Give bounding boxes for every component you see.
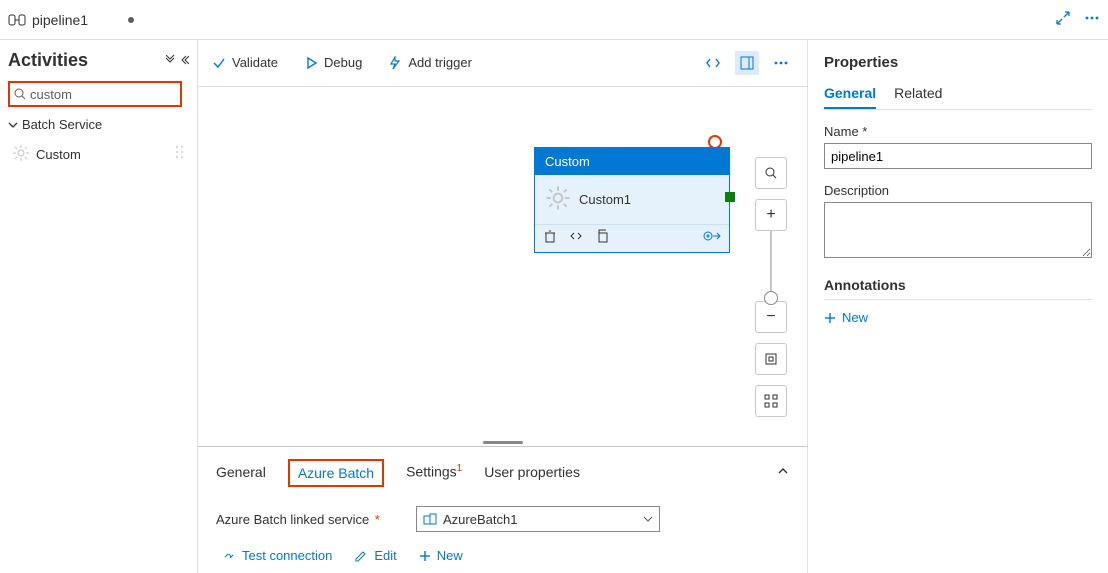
gear-icon — [12, 144, 30, 165]
activities-search-input[interactable] — [30, 87, 176, 102]
new-label: New — [437, 548, 463, 563]
activity-item-label: Custom — [36, 147, 81, 162]
test-connection-button[interactable]: Test connection — [222, 548, 332, 563]
collapse-panel-icon[interactable] — [777, 465, 789, 480]
expand-icon[interactable] — [1056, 11, 1070, 28]
bottom-panel-handle[interactable] — [198, 438, 807, 446]
tab-user-properties[interactable]: User properties — [484, 458, 580, 488]
validate-label: Validate — [232, 55, 278, 70]
add-annotation-label: New — [842, 310, 868, 325]
collapse-left-icon[interactable] — [179, 54, 189, 68]
gear-icon — [545, 185, 571, 214]
unsaved-indicator — [128, 17, 134, 23]
zoom-out-button[interactable]: − — [755, 301, 787, 333]
code-view-icon[interactable] — [701, 51, 725, 75]
auto-align-icon[interactable] — [755, 385, 787, 417]
add-trigger-button[interactable]: Add trigger — [388, 55, 472, 70]
copy-icon[interactable] — [595, 229, 609, 246]
annotations-section: Annotations — [824, 277, 1092, 300]
name-input[interactable] — [824, 143, 1092, 169]
pipeline-name: pipeline1 — [32, 12, 88, 28]
tab-general[interactable]: General — [216, 458, 266, 488]
delete-icon[interactable] — [543, 229, 557, 246]
edit-label: Edit — [374, 548, 396, 563]
add-trigger-label: Add trigger — [408, 55, 472, 70]
linked-service-select[interactable]: AzureBatch1 — [416, 506, 660, 532]
zoom-in-button[interactable]: + — [755, 199, 787, 231]
more-icon[interactable] — [1084, 11, 1100, 28]
drag-grip-icon — [175, 145, 185, 164]
description-input[interactable] — [824, 202, 1092, 258]
activity-node-custom1[interactable]: Custom Custom1 — [534, 147, 730, 253]
pipeline-icon — [8, 11, 26, 29]
activities-category[interactable]: Batch Service — [8, 117, 189, 132]
success-connector[interactable] — [725, 192, 735, 202]
toolbar-more-icon[interactable] — [769, 51, 793, 75]
activities-search[interactable] — [8, 81, 182, 107]
description-field-label: Description — [824, 183, 1092, 198]
header-bar: pipeline1 — [0, 0, 1108, 40]
linked-service-value: AzureBatch1 — [443, 512, 517, 527]
new-button[interactable]: New — [419, 548, 463, 563]
fit-to-screen-icon[interactable] — [755, 343, 787, 375]
activities-title-row: Activities — [8, 50, 189, 71]
zoom-handle[interactable] — [764, 291, 778, 305]
edit-button[interactable]: Edit — [354, 548, 396, 563]
pipeline-canvas[interactable]: Custom Custom1 — [198, 86, 807, 438]
linked-service-label: Azure Batch linked service * — [216, 512, 416, 527]
zoom-slider[interactable] — [770, 231, 772, 301]
azure-batch-icon — [423, 512, 437, 526]
properties-tabs: General Related — [824, 85, 1092, 110]
bottom-panel: General Azure Batch Settings1 User prope… — [198, 446, 807, 573]
properties-title: Properties — [824, 54, 1092, 71]
tab-settings[interactable]: Settings1 — [406, 457, 462, 488]
validate-button[interactable]: Validate — [212, 55, 278, 70]
properties-panel: Properties General Related Name * Descri… — [808, 40, 1108, 573]
ptab-general[interactable]: General — [824, 85, 876, 109]
chevron-down-icon — [8, 120, 18, 130]
collapse-down-icon[interactable] — [165, 54, 175, 68]
search-icon — [14, 88, 26, 100]
name-field-label: Name * — [824, 124, 1092, 139]
activity-item-custom[interactable]: Custom — [8, 138, 189, 170]
properties-toggle-icon[interactable] — [735, 51, 759, 75]
activities-sidebar: Activities Batch Service Custom — [0, 40, 198, 573]
activity-node-name: Custom1 — [579, 192, 631, 207]
test-connection-label: Test connection — [242, 548, 332, 563]
ptab-related[interactable]: Related — [894, 85, 942, 109]
bottom-tabs: General Azure Batch Settings1 User prope… — [216, 457, 789, 488]
debug-label: Debug — [324, 55, 362, 70]
add-annotation-button[interactable]: New — [824, 310, 1092, 325]
canvas-search-icon[interactable] — [755, 157, 787, 189]
debug-button[interactable]: Debug — [304, 55, 362, 70]
canvas-tools: + − — [755, 157, 787, 417]
tab-azure-batch[interactable]: Azure Batch — [288, 459, 384, 487]
activities-title: Activities — [8, 50, 88, 71]
activity-node-type-label: Custom — [535, 148, 729, 175]
chevron-down-icon — [643, 514, 653, 524]
pipeline-toolbar: Validate Debug Add trigger — [198, 40, 807, 86]
activities-category-label: Batch Service — [22, 117, 102, 132]
settings-badge: 1 — [457, 463, 463, 474]
add-output-icon[interactable] — [703, 229, 721, 246]
code-icon[interactable] — [569, 229, 583, 246]
